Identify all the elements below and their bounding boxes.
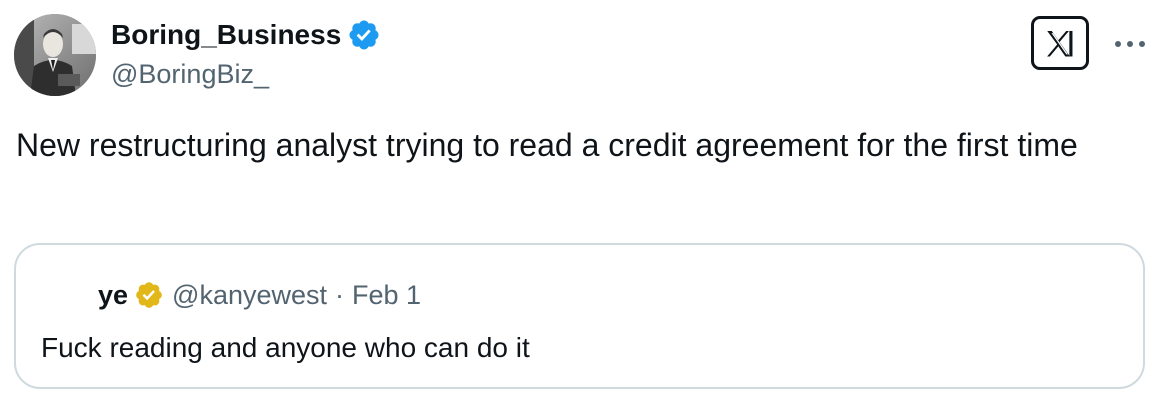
quoted-author-handle[interactable]: @kanyewest — [172, 277, 327, 313]
verified-badge-gold-icon[interactable] — [134, 280, 164, 310]
quoted-tweet-text: Fuck reading and anyone who can do it — [41, 332, 530, 363]
tweet-card: Boring_Business @BoringBiz_ New restruct… — [0, 0, 1164, 410]
quoted-tweet-date[interactable]: Feb 1 — [352, 277, 421, 313]
quoted-tweet-card[interactable]: ye @kanyewest · Feb 1 Fuck reading and a… — [14, 243, 1145, 389]
author-avatar[interactable] — [14, 14, 96, 96]
verified-badge-blue-icon[interactable] — [347, 18, 381, 52]
vintage-portrait-avatar — [14, 14, 96, 96]
author-name-row[interactable]: Boring_Business — [111, 17, 381, 53]
author-display-name[interactable]: Boring_Business — [111, 17, 341, 53]
author-handle[interactable]: @BoringBiz_ — [111, 56, 269, 92]
quoted-tweet-header: ye @kanyewest · Feb 1 — [98, 277, 421, 313]
tweet-text: New restructuring analyst trying to read… — [16, 127, 1078, 163]
quoted-author-display-name[interactable]: ye — [98, 277, 128, 313]
x-logo-icon[interactable] — [1031, 16, 1089, 70]
quoted-author-avatar[interactable] — [41, 278, 93, 330]
quoted-tweet-separator: · — [335, 280, 345, 310]
more-options-icon[interactable] — [1108, 34, 1152, 54]
